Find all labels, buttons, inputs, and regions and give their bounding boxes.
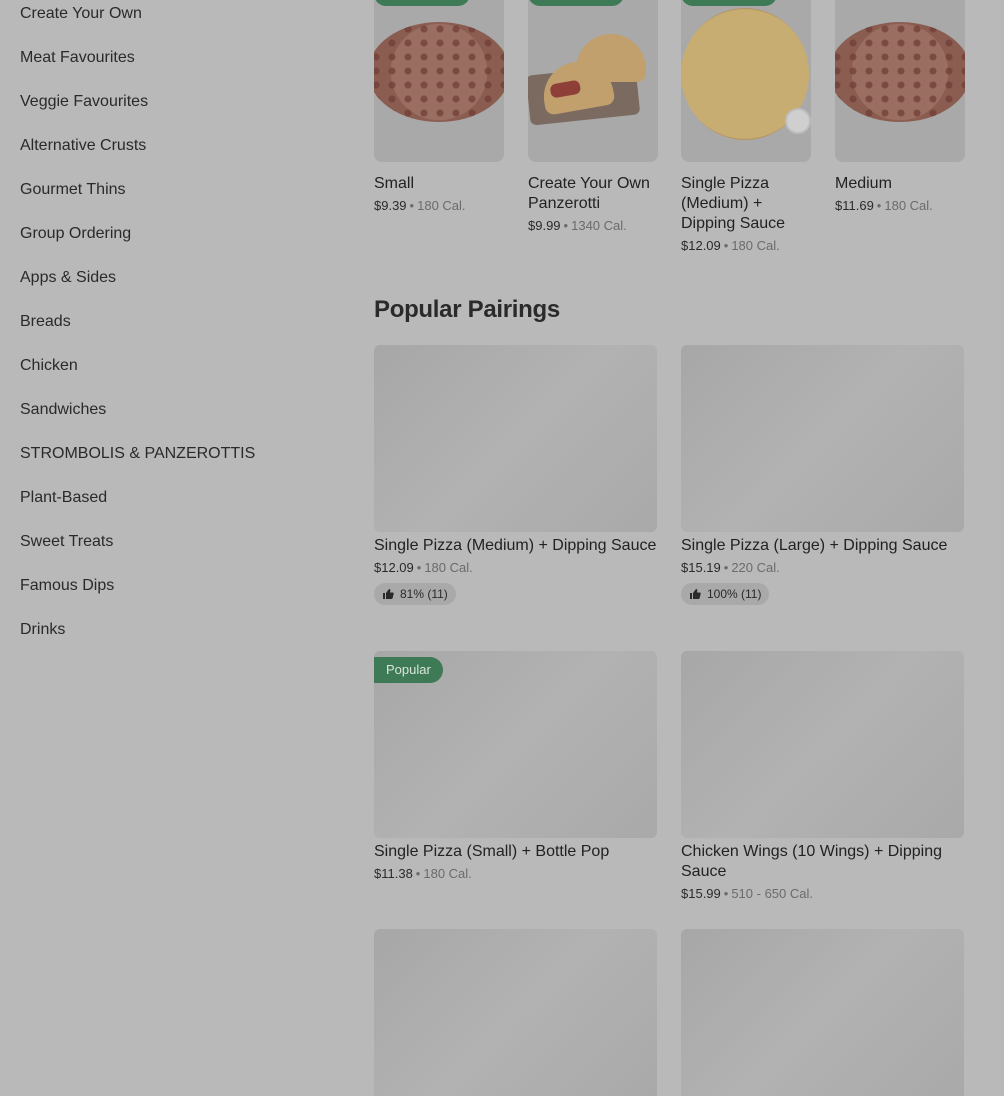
product-calories: 220 Cal.: [731, 560, 780, 575]
pizza-image: [374, 22, 504, 122]
popular-badge: Popular: [374, 657, 443, 683]
thumbs-up-icon: [383, 589, 394, 599]
rating-text: 100% (11): [707, 587, 762, 601]
product-calories: 180 Cal.: [731, 238, 780, 253]
product-name[interactable]: Small: [374, 174, 504, 194]
product-price: $9.99: [528, 218, 561, 233]
product-image[interactable]: [374, 0, 504, 162]
price-line: $15.19 • 220 Cal.: [681, 559, 964, 577]
pizza-image: [835, 22, 965, 122]
sidebar-item-sweet-treats[interactable]: Sweet Treats: [20, 528, 320, 572]
product-price: $15.19: [681, 560, 721, 575]
product-price: $11.38: [374, 866, 413, 881]
rating-badge: 81% (11): [374, 583, 456, 605]
sidebar-item-gourmet-thins[interactable]: Gourmet Thins: [20, 176, 320, 220]
product-name[interactable]: Create Your Own Panzerotti: [528, 174, 658, 214]
separator: •: [409, 198, 415, 213]
separator: •: [563, 218, 569, 233]
rating-text: 81% (11): [400, 587, 448, 601]
sidebar-item-breads[interactable]: Breads: [20, 308, 320, 352]
pairing-card-placeholder[interactable]: [681, 929, 964, 1096]
product-name[interactable]: Medium: [835, 174, 965, 194]
pairing-card-medium-dip[interactable]: Single Pizza (Medium) + Dipping Sauce $1…: [374, 345, 657, 605]
product-name[interactable]: Single Pizza (Small) + Bottle Pop: [374, 842, 657, 862]
product-image-placeholder[interactable]: [374, 929, 657, 1096]
pairing-card-chicken-wings[interactable]: Chicken Wings (10 Wings) + Dipping Sauce…: [681, 651, 964, 903]
sidebar-item-meat-favourites[interactable]: Meat Favourites: [20, 44, 320, 88]
separator: •: [723, 560, 729, 575]
product-name[interactable]: Single Pizza (Medium) + Dipping Sauce: [681, 174, 811, 234]
sidebar-item-strombolis-panzerottis[interactable]: STROMBOLIS & PANZEROTTIS: [20, 440, 320, 484]
price-line: $15.99 • 510 - 650 Cal.: [681, 885, 964, 903]
sidebar-item-plant-based[interactable]: Plant-Based: [20, 484, 320, 528]
category-sidebar: Create Your Own Meat Favourites Veggie F…: [20, 0, 320, 660]
badge: [528, 0, 624, 6]
sidebar-item-sandwiches[interactable]: Sandwiches: [20, 396, 320, 440]
featured-carousel: Small $9.39 • 180 Cal. Create Your Own Pan…: [374, 0, 965, 260]
badge: [681, 0, 777, 6]
product-image-placeholder[interactable]: [681, 651, 964, 838]
sidebar-item-create-your-own[interactable]: Create Your Own: [20, 0, 320, 44]
sidebar-item-chicken[interactable]: Chicken: [20, 352, 320, 396]
price-line: $12.09 • 180 Cal.: [374, 559, 657, 577]
product-calories: 180 Cal.: [417, 198, 466, 213]
price-line: $9.99 • 1340 Cal.: [528, 217, 658, 235]
carousel-card-panzerotti[interactable]: Create Your Own Panzerotti $9.99 • 1340 Ca…: [528, 0, 658, 235]
pairing-card-large-dip[interactable]: Single Pizza (Large) + Dipping Sauce $15…: [681, 345, 964, 605]
price-line: $11.38 • 180 Cal.: [374, 865, 657, 883]
product-price: $15.99: [681, 886, 721, 901]
price-line: $12.09 • 180 Cal.: [681, 237, 811, 255]
sidebar-item-famous-dips[interactable]: Famous Dips: [20, 572, 320, 616]
product-image-placeholder[interactable]: [681, 929, 964, 1096]
carousel-card-medium[interactable]: Medium $11.69 • 180 Cal.: [835, 0, 965, 215]
product-image-placeholder[interactable]: [374, 345, 657, 532]
pairing-card-small-bottle-pop[interactable]: Popular Single Pizza (Small) + Bottle Po…: [374, 651, 657, 883]
carousel-card-small[interactable]: Small $9.39 • 180 Cal.: [374, 0, 504, 215]
product-image-placeholder[interactable]: Popular: [374, 651, 657, 838]
price-line: $11.69 • 180 Cal.: [835, 197, 965, 215]
sidebar-item-veggie-favourites[interactable]: Veggie Favourites: [20, 88, 320, 132]
product-price: $11.69: [835, 198, 874, 213]
price-line: $9.39 • 180 Cal.: [374, 197, 504, 215]
separator: •: [723, 886, 729, 901]
product-calories: 1340 Cal.: [571, 218, 627, 233]
product-name[interactable]: Single Pizza (Medium) + Dipping Sauce: [374, 536, 657, 556]
product-calories: 180 Cal.: [884, 198, 933, 213]
product-image[interactable]: [528, 0, 658, 162]
sidebar-item-drinks[interactable]: Drinks: [20, 616, 320, 660]
product-price: $12.09: [681, 238, 721, 253]
dip-image: [785, 108, 811, 134]
section-title-popular-pairings: Popular Pairings: [374, 296, 560, 323]
product-calories: 180 Cal.: [423, 866, 472, 881]
product-image[interactable]: [835, 0, 965, 162]
badge: [374, 0, 470, 6]
product-calories: 510 - 650 Cal.: [731, 886, 813, 901]
product-name[interactable]: Chicken Wings (10 Wings) + Dipping Sauce: [681, 842, 964, 882]
separator: •: [416, 560, 422, 575]
sidebar-item-apps-sides[interactable]: Apps & Sides: [20, 264, 320, 308]
separator: •: [876, 198, 882, 213]
carousel-card-single-pizza-medium-dip[interactable]: Single Pizza (Medium) + Dipping Sauce $1…: [681, 0, 811, 255]
product-calories: 180 Cal.: [424, 560, 473, 575]
product-image[interactable]: [681, 0, 811, 162]
separator: •: [415, 866, 421, 881]
product-price: $12.09: [374, 560, 414, 575]
product-image-placeholder[interactable]: [681, 345, 964, 532]
product-name[interactable]: Single Pizza (Large) + Dipping Sauce: [681, 536, 964, 556]
rating-badge: 100% (11): [681, 583, 770, 605]
thumbs-up-icon: [690, 589, 701, 599]
product-price: $9.39: [374, 198, 407, 213]
sidebar-item-group-ordering[interactable]: Group Ordering: [20, 220, 320, 264]
separator: •: [723, 238, 729, 253]
sidebar-item-alternative-crusts[interactable]: Alternative Crusts: [20, 132, 320, 176]
pairing-card-placeholder[interactable]: [374, 929, 657, 1096]
